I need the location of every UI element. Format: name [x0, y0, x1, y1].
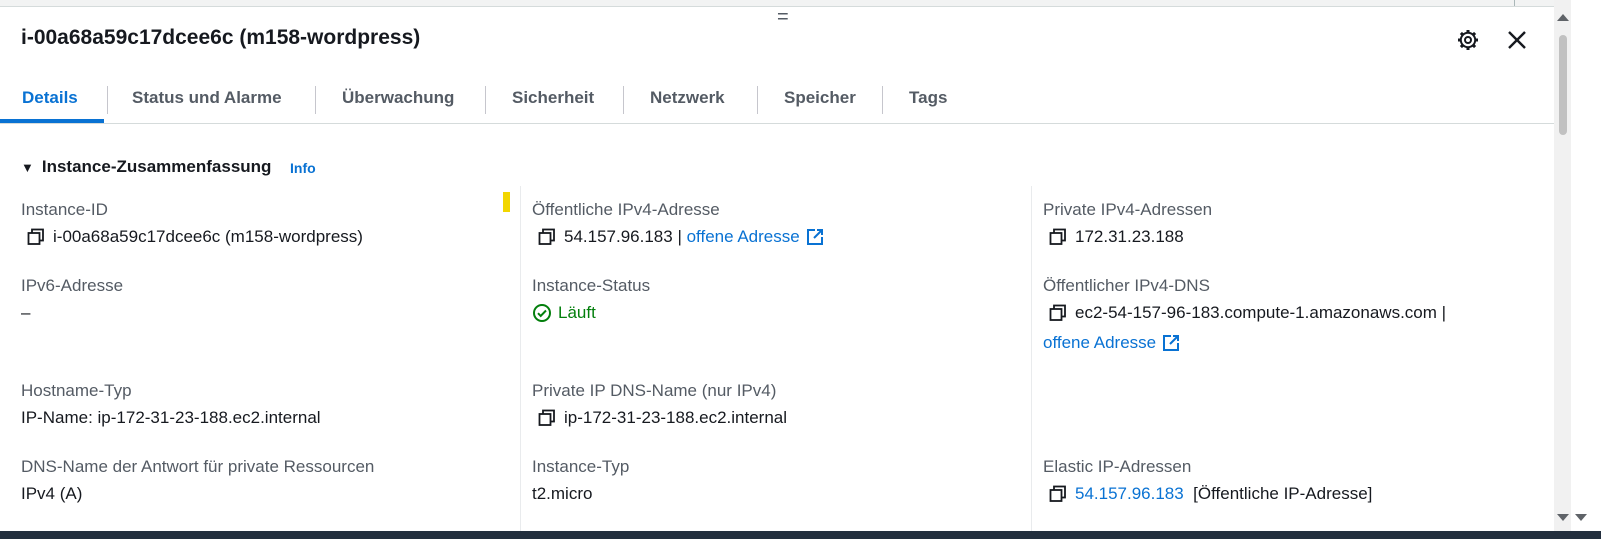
top-edge-divider	[1514, 0, 1515, 6]
page-scroll-down-arrow[interactable]	[1575, 514, 1587, 521]
panel-title: i-00a68a59c17dcee6c (m158-wordpress)	[21, 26, 421, 49]
public-dns-text: ec2-54-157-96-183.compute-1.amazonaws.co…	[1075, 303, 1447, 322]
label-dns-answer: DNS-Name der Antwort für private Ressour…	[21, 457, 375, 476]
label-private-dns: Private IP DNS-Name (nur IPv4)	[532, 381, 777, 400]
tab-network[interactable]: Netzwerk	[650, 81, 725, 123]
copy-icon[interactable]	[1049, 485, 1067, 503]
copy-icon[interactable]	[1049, 228, 1067, 246]
value-dns-answer: IPv4 (A)	[21, 484, 83, 503]
highlight-marker	[503, 192, 510, 212]
copy-icon[interactable]	[538, 409, 556, 427]
instance-status-text: Läuft	[558, 303, 596, 322]
public-ipv4-text: 54.157.96.183 |	[564, 227, 682, 246]
value-instance-status: Läuft	[532, 303, 596, 323]
right-edge	[1571, 0, 1601, 531]
elastic-ip-link[interactable]: 54.157.96.183	[1075, 484, 1184, 504]
section-header-instance-summary[interactable]: ▼ Instance-Zusammenfassung	[21, 157, 271, 177]
label-instance-id: Instance-ID	[21, 200, 108, 219]
label-private-ipv4: Private IPv4-Adressen	[1043, 200, 1213, 219]
label-instance-status: Instance-Status	[532, 276, 651, 295]
copy-icon[interactable]	[1049, 304, 1067, 322]
tab-monitoring[interactable]: Überwachung	[342, 81, 454, 123]
scrollbar-thumb[interactable]	[1559, 35, 1567, 135]
open-address-link[interactable]: offene Adresse	[687, 227, 800, 247]
tab-separator	[315, 86, 316, 114]
instance-id-text: i-00a68a59c17dcee6c (m158-wordpress)	[53, 227, 363, 246]
scroll-down-arrow[interactable]	[1557, 514, 1569, 521]
label-hostname-type: Hostname-Typ	[21, 381, 132, 400]
label-public-ipv4: Öffentliche IPv4-Adresse	[532, 200, 720, 219]
close-icon[interactable]	[1504, 27, 1530, 53]
label-ipv6: IPv6-Adresse	[21, 276, 124, 295]
caret-down-icon: ▼	[21, 160, 34, 175]
private-ipv4-text: 172.31.23.188	[1075, 227, 1184, 246]
value-elastic-ip: 54.157.96.183 [Öffentliche IP-Adresse]	[1043, 484, 1372, 504]
gear-icon[interactable]	[1456, 28, 1480, 52]
tab-tags[interactable]: Tags	[909, 81, 947, 123]
value-ipv6: –	[21, 303, 31, 322]
check-circle-icon	[533, 304, 551, 322]
tab-storage[interactable]: Speicher	[784, 81, 856, 123]
tab-bar: Details Status und Alarme Überwachung Si…	[0, 81, 1554, 124]
column-divider	[520, 186, 521, 531]
tab-separator	[485, 86, 486, 114]
value-instance-id: i-00a68a59c17dcee6c (m158-wordpress)	[21, 227, 363, 247]
bottom-bar	[0, 531, 1601, 539]
label-elastic-ip: Elastic IP-Adressen	[1043, 457, 1192, 476]
value-instance-type: t2.micro	[532, 484, 593, 503]
tab-separator	[757, 86, 758, 114]
section-title: Instance-Zusammenfassung	[41, 157, 272, 176]
public-dns-open-address: offene Adresse	[1043, 333, 1180, 353]
value-private-dns: ip-172-31-23-188.ec2.internal	[532, 408, 787, 428]
label-public-dns: Öffentlicher IPv4-DNS	[1043, 276, 1210, 295]
external-link-icon[interactable]	[806, 228, 824, 246]
elastic-ip-type: [Öffentliche IP-Adresse]	[1193, 484, 1373, 503]
value-private-ipv4: 172.31.23.188	[1043, 227, 1184, 247]
drag-handle[interactable]: =	[777, 7, 789, 27]
value-public-ipv4: 54.157.96.183 | offene Adresse	[532, 227, 824, 247]
value-public-dns: ec2-54-157-96-183.compute-1.amazonaws.co…	[1043, 303, 1446, 323]
external-link-icon[interactable]	[1162, 334, 1180, 352]
label-instance-type: Instance-Typ	[532, 457, 630, 476]
tab-separator	[623, 86, 624, 114]
copy-icon[interactable]	[538, 228, 556, 246]
tab-security[interactable]: Sicherheit	[512, 81, 594, 123]
scroll-up-arrow[interactable]	[1557, 14, 1569, 21]
tab-separator	[882, 86, 883, 114]
info-link[interactable]: Info	[290, 160, 316, 176]
tab-status-alarms[interactable]: Status und Alarme	[132, 81, 282, 123]
tab-separator	[107, 86, 108, 114]
column-divider	[1031, 186, 1032, 531]
top-edge	[0, 0, 1601, 7]
open-address-link[interactable]: offene Adresse	[1043, 333, 1156, 353]
tab-details[interactable]: Details	[22, 81, 78, 123]
copy-icon[interactable]	[27, 228, 45, 246]
private-dns-text: ip-172-31-23-188.ec2.internal	[564, 408, 788, 427]
value-hostname-type: IP-Name: ip-172-31-23-188.ec2.internal	[21, 408, 321, 427]
active-tab-indicator	[0, 119, 104, 123]
